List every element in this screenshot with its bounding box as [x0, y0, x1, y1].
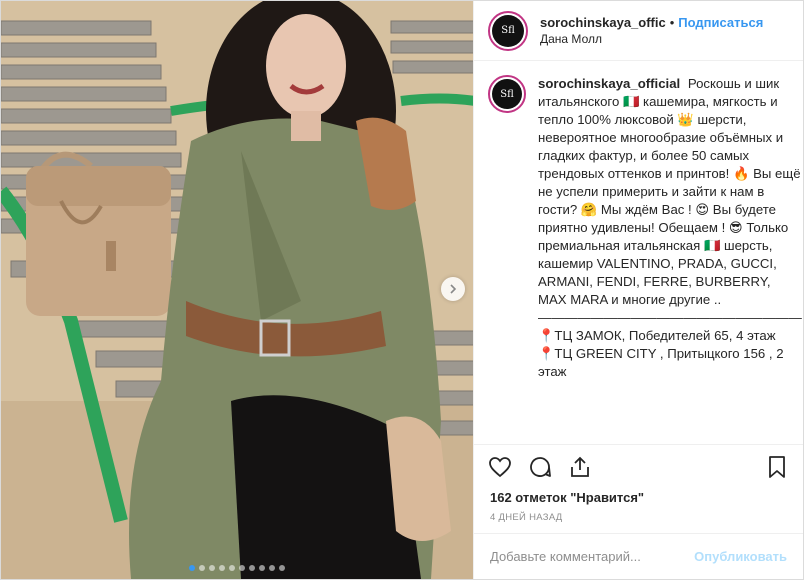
photo-illustration: [1, 1, 473, 579]
header-username[interactable]: sorochinskaya_offic: [540, 15, 666, 30]
caption-username[interactable]: sorochinskaya_official: [538, 76, 680, 91]
likes-count[interactable]: 162 отметок "Нравится": [474, 488, 803, 508]
carousel-dots: [1, 565, 473, 571]
caption-avatar[interactable]: Sfl: [488, 75, 526, 113]
post-timestamp[interactable]: 4 ДНЕЙ НАЗАД: [474, 508, 803, 533]
carousel-dot: [259, 565, 265, 571]
carousel-dot: [189, 565, 195, 571]
chevron-right-icon: [448, 284, 458, 294]
caption-avatar-logo: Sfl: [492, 79, 522, 109]
add-comment-bar: Опубликовать: [474, 533, 803, 579]
carousel-dot: [219, 565, 225, 571]
carousel-next-button[interactable]: [441, 277, 465, 301]
instagram-post: Sfl sorochinskaya_offic • Подписаться Дана…: [0, 0, 804, 580]
follow-button[interactable]: Подписаться: [678, 15, 763, 30]
comment-icon[interactable]: [528, 455, 552, 479]
post-side-panel: Sfl sorochinskaya_offic • Подписаться Дана…: [473, 1, 803, 579]
publish-button[interactable]: Опубликовать: [694, 549, 787, 564]
header-separator: •: [669, 14, 675, 30]
caption-text: Роскошь и шик итальянского 🇮🇹 кашемира, …: [538, 76, 802, 379]
action-bar: [474, 444, 803, 488]
carousel-dot: [199, 565, 205, 571]
avatar-logo: Sfl: [492, 14, 524, 47]
share-icon[interactable]: [568, 455, 592, 479]
avatar[interactable]: Sfl: [488, 10, 528, 51]
post-header: Sfl sorochinskaya_offic • Подписаться Дана…: [474, 1, 803, 61]
header-text: sorochinskaya_offic • Подписаться Дана Мол…: [540, 15, 763, 47]
heart-icon[interactable]: [488, 455, 512, 479]
post-photo[interactable]: [1, 1, 473, 579]
carousel-dot: [279, 565, 285, 571]
carousel-dot: [239, 565, 245, 571]
location-link[interactable]: Дана Молл: [540, 31, 763, 47]
carousel-dot: [269, 565, 275, 571]
bookmark-icon[interactable]: [765, 455, 789, 479]
carousel-dot: [229, 565, 235, 571]
carousel-dot: [249, 565, 255, 571]
comment-input[interactable]: [490, 549, 695, 564]
carousel-dot: [209, 565, 215, 571]
caption: Sfl sorochinskaya_official Роскошь и шик…: [488, 75, 802, 381]
comments-section: Sfl sorochinskaya_official Роскошь и шик…: [474, 61, 803, 444]
caption-text-block: sorochinskaya_official Роскошь и шик ита…: [538, 75, 802, 381]
